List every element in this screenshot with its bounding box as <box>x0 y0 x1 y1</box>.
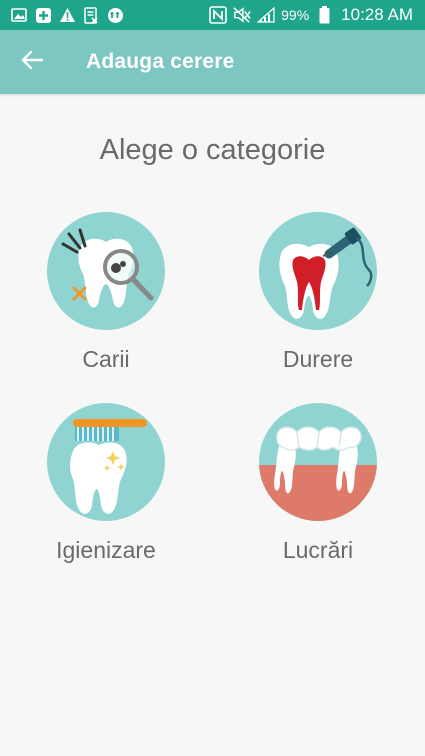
signal-icon <box>257 6 275 24</box>
arrow-left-icon <box>21 50 44 75</box>
clock: 10:28 AM <box>341 5 413 24</box>
category-label: Lucrări <box>282 537 354 563</box>
nfc-icon <box>209 6 227 24</box>
plus-icon <box>34 6 52 24</box>
category-label: Igienizare <box>56 537 156 563</box>
category-heading: Alege o categorie <box>99 134 326 166</box>
image-icon <box>10 6 28 24</box>
dental-bridge-icon <box>259 403 377 521</box>
category-label: Durere <box>282 346 354 372</box>
category-igienizare[interactable]: Igienizare <box>31 403 181 564</box>
notification-icons <box>0 6 124 24</box>
tooth-pain-icon <box>259 212 377 330</box>
system-icons: 99% 10:28 AM <box>209 5 425 25</box>
mute-icon <box>233 6 251 24</box>
warning-icon <box>58 6 76 24</box>
status-bar: 99% 10:28 AM <box>0 0 425 30</box>
battery-icon <box>315 6 333 24</box>
back-button[interactable] <box>0 30 64 94</box>
tooth-brush-icon <box>47 403 165 521</box>
battery-percent: 99% <box>281 7 310 23</box>
app-bar: Adauga cerere <box>0 30 425 94</box>
category-carii[interactable]: Carii <box>31 212 181 373</box>
category-lucrari[interactable]: Lucrări <box>243 403 393 564</box>
tt-icon <box>106 6 124 24</box>
category-durere[interactable]: Durere <box>243 212 393 373</box>
tooth-cavity-icon <box>47 212 165 330</box>
category-label: Carii <box>82 346 130 372</box>
page-title: Adauga cerere <box>86 50 235 73</box>
data-icon <box>82 6 100 24</box>
